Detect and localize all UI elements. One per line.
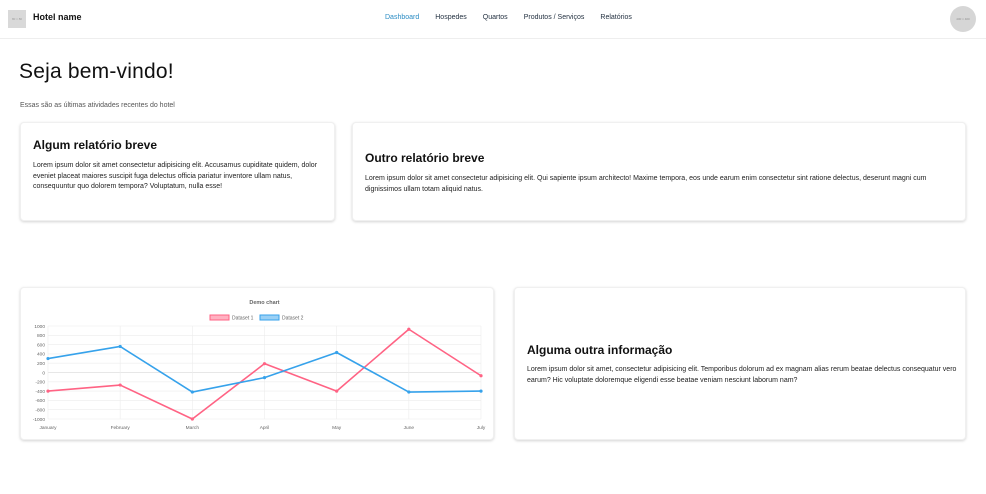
page-title: Seja bem-vindo!: [19, 60, 174, 83]
top-navbar: 80 × 80 Hotel name Dashboard Hospedes Qu…: [0, 0, 986, 39]
page-subtitle: Essas são as últimas atividades recentes…: [20, 102, 175, 109]
legend-swatch-1: [209, 314, 230, 321]
nav-link-relatorios[interactable]: Relatórios: [600, 14, 632, 21]
report-card-1-title: Algum relatório breve: [33, 138, 158, 152]
series-2-point: [262, 376, 267, 380]
report-card-2-title: Outro relatório breve: [365, 151, 485, 165]
x-tick-label: March: [186, 425, 200, 431]
legend-label-2: Dataset 2: [282, 316, 304, 322]
report-card-2-text: Lorem ipsum dolor sit amet consectetur a…: [365, 175, 927, 193]
y-tick-label: -1000: [33, 417, 46, 423]
series-2-point: [335, 350, 339, 355]
nav-link-produtos-servicos[interactable]: Produtos / Serviços: [524, 14, 585, 21]
series-1-point: [190, 417, 194, 421]
demo-line-chart: Demo chart Dataset 1 Dataset 2 1000 800 600 40…: [33, 300, 486, 431]
info-card-text: Lorem ipsum dolor sit amet, consectetur …: [527, 366, 957, 384]
main-nav: Dashboard Hospedes Quartos Produtos / Se…: [385, 14, 632, 21]
y-tick-label: 800: [37, 333, 45, 339]
series-2-point: [479, 389, 483, 393]
series-2-point: [407, 390, 411, 394]
y-tick-label: 1000: [34, 324, 45, 330]
info-card-title: Alguma outra informação: [527, 343, 673, 357]
x-tick-label: May: [332, 425, 342, 431]
x-tick-label: July: [477, 425, 486, 431]
hotel-logo-placeholder[interactable]: 80 × 80: [8, 10, 26, 28]
info-card: Alguma outra informação Lorem ipsum dolo…: [514, 287, 966, 440]
series-2-point: [118, 344, 122, 349]
y-tick-label: 400: [37, 352, 45, 358]
y-tick-label: -800: [35, 408, 45, 414]
series-2-point: [46, 356, 50, 361]
user-avatar[interactable]: 400 × 400: [950, 6, 976, 32]
y-tick-label: 200: [37, 361, 45, 367]
legend-swatch-2: [259, 314, 280, 321]
legend-label-1: Dataset 1: [232, 316, 254, 322]
y-tick-label: -600: [35, 398, 45, 404]
report-card-2: Outro relatório breve Lorem ipsum dolor …: [352, 122, 966, 221]
nav-link-quartos[interactable]: Quartos: [483, 14, 508, 21]
series-1-point: [46, 389, 50, 393]
y-tick-label: -400: [35, 389, 45, 395]
series-2-point: [190, 390, 194, 394]
x-tick-label: February: [111, 425, 131, 431]
series-1-point: [118, 383, 122, 387]
series-1-point: [407, 327, 411, 331]
chart-title: Demo chart: [249, 300, 279, 306]
chart-card: Demo chart Dataset 1 Dataset 2 1000 800 600 40…: [20, 287, 494, 440]
report-card-1-text: Lorem ipsum dolor sit amet consectetur a…: [33, 162, 318, 190]
nav-link-dashboard[interactable]: Dashboard: [385, 14, 419, 21]
x-tick-label: April: [260, 425, 270, 431]
report-card-1: Algum relatório breve Lorem ipsum dolor …: [20, 122, 335, 221]
brand-name[interactable]: Hotel name: [33, 12, 82, 22]
series-1-point: [335, 389, 339, 393]
nav-link-hospedes[interactable]: Hospedes: [435, 14, 467, 21]
series-1-point: [262, 362, 267, 366]
y-tick-label: -200: [35, 380, 45, 386]
y-tick-label: 0: [42, 370, 45, 376]
series-1-point: [479, 374, 483, 378]
x-tick-label: January: [39, 425, 57, 431]
y-tick-label: 600: [37, 342, 45, 348]
x-tick-label: June: [404, 425, 415, 431]
